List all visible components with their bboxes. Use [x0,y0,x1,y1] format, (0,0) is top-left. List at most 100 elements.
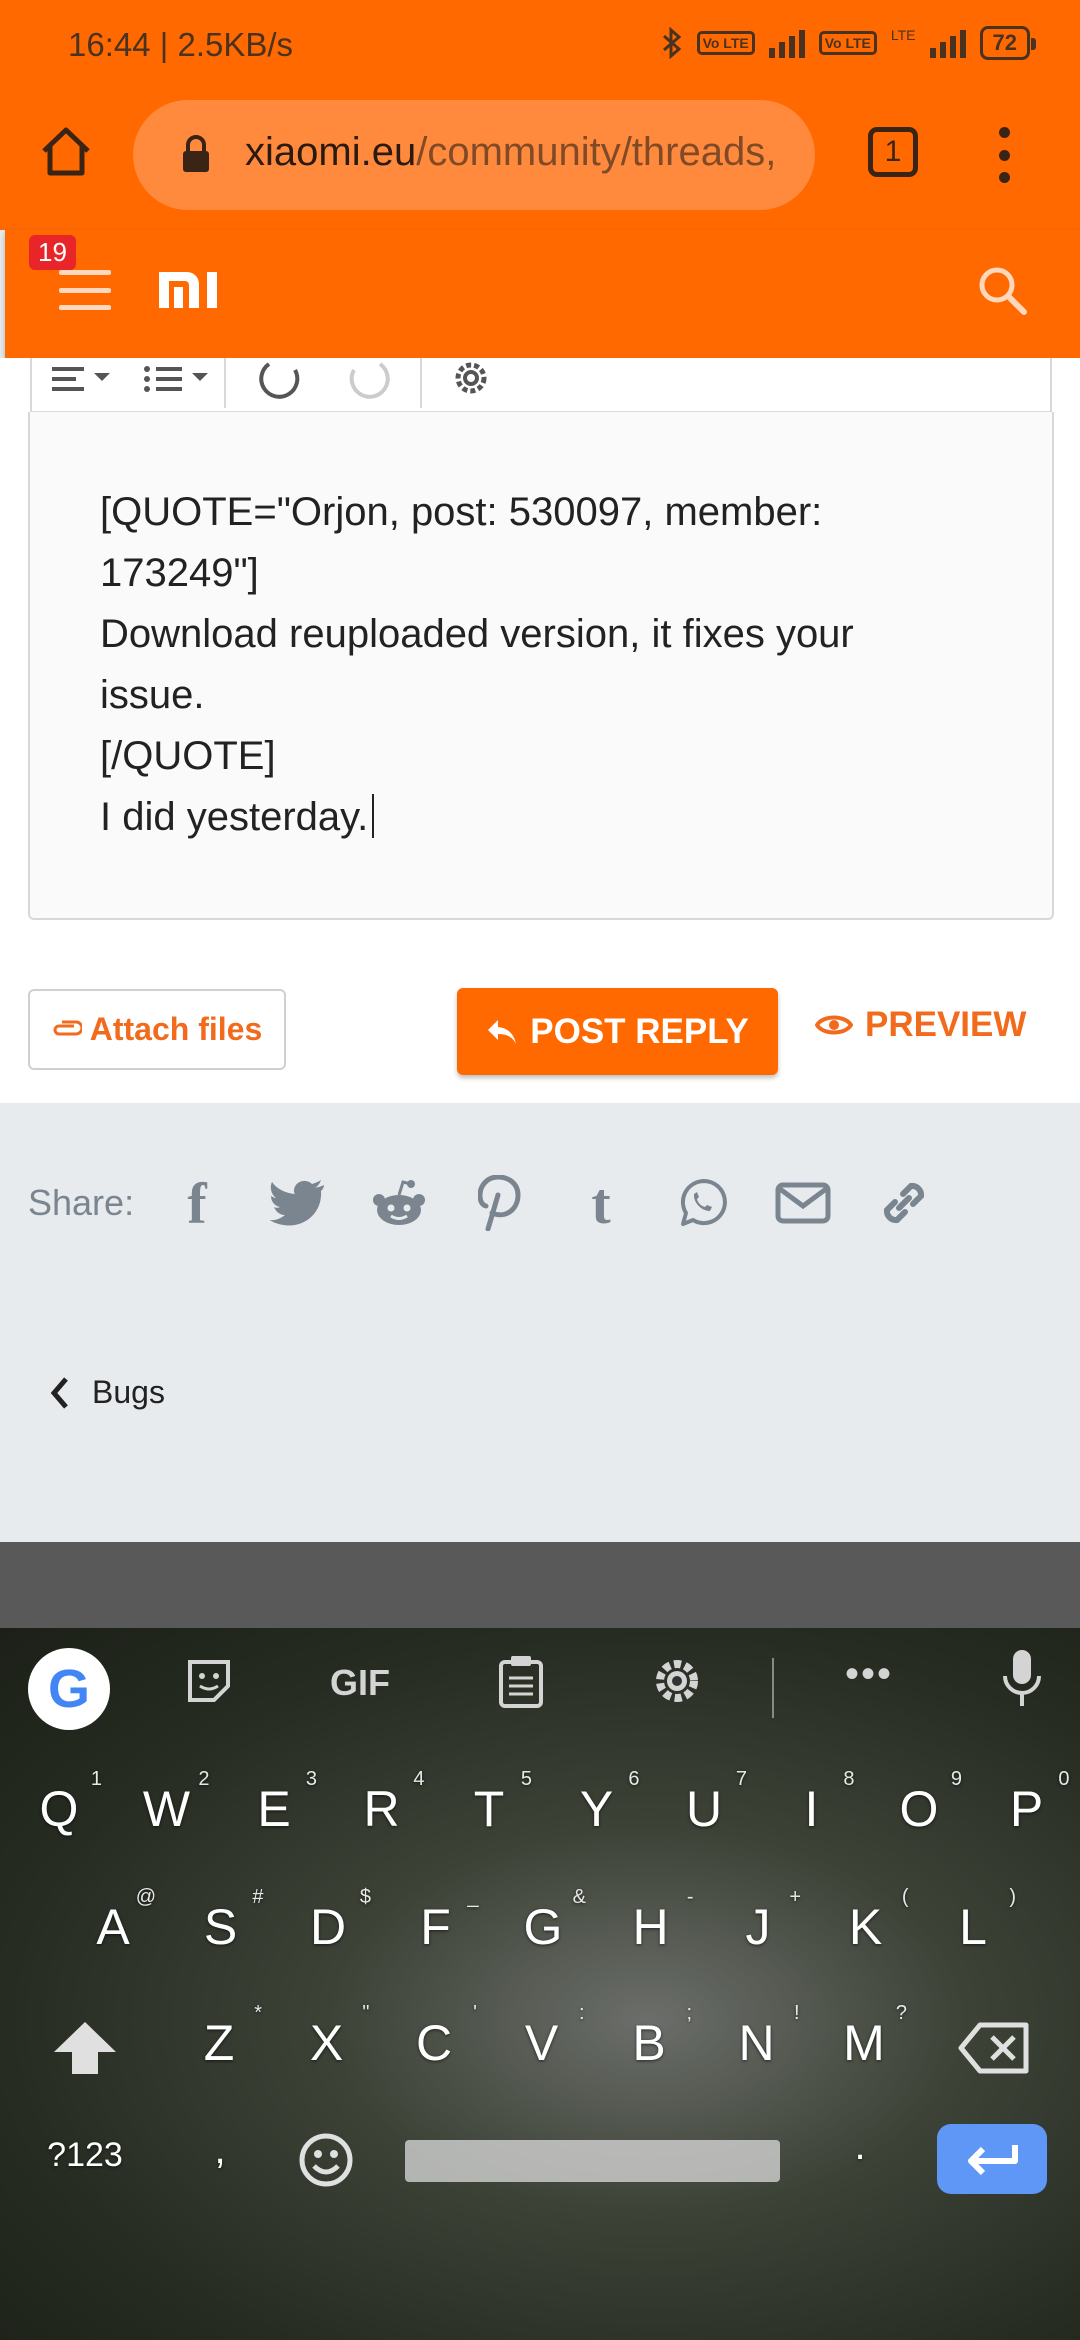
key-h[interactable]: H- [606,1886,696,1956]
key-x[interactable]: X " [282,2002,372,2072]
toolbar-separator-2 [420,358,422,408]
gif-button[interactable]: GIF [330,1662,390,1704]
period-key[interactable]: . [815,2124,905,2169]
google-icon[interactable]: G [28,1648,110,1730]
hamburger-menu-icon[interactable] [59,270,111,310]
message-editor[interactable]: [QUOTE="Orjon, post: 530097, member: 173… [28,412,1054,920]
microphone-icon[interactable] [1000,1648,1044,1708]
keyboard-toolbar-separator [772,1658,774,1718]
share-row: Share: f t [28,1168,972,1238]
key-g[interactable]: G & [498,1886,588,1956]
key-i[interactable]: I8 [767,1768,857,1838]
reddit-icon[interactable] [366,1170,432,1236]
clipboard-icon[interactable] [497,1654,545,1708]
volte-badge: Vo LTE [696,31,755,55]
key-q[interactable]: Q1 [14,1768,104,1838]
undo-icon[interactable] [257,360,307,400]
preview-button[interactable]: PREVIEW [815,1005,1026,1045]
emoji-icon[interactable] [298,2132,354,2188]
reply-arrow-icon [488,1019,517,1044]
preview-label: PREVIEW [865,1005,1027,1044]
paperclip-icon [53,1020,82,1035]
more-options-icon[interactable]: ••• [845,1652,893,1697]
status-icons: Vo LTE Vo LTE LTE 72 [661,26,1037,60]
shift-icon[interactable] [52,2020,118,2076]
key-z[interactable]: Z * [174,2002,264,2072]
comma-key[interactable]: , [175,2128,265,2173]
settings-gear-icon[interactable] [447,358,495,402]
search-icon[interactable] [974,262,1030,318]
key-o[interactable]: O9 [874,1768,964,1838]
status-time: 16:44 | 2.5KB/s [68,26,294,63]
text-caret [372,794,375,838]
home-icon[interactable] [38,123,94,179]
breadcrumb-label: Bugs [92,1374,165,1410]
address-bar[interactable]: xiaomi.eu/community/threads, [133,100,815,210]
browser-menu-icon[interactable] [995,127,1013,183]
browser-chrome: 16:44 | 2.5KB/s Vo LTE Vo LTE LTE 72 xia… [0,0,1080,230]
attach-files-button[interactable]: Attach files [28,989,286,1070]
symbols-key[interactable]: ?123 [40,2136,130,2175]
lte-label: LTE [890,27,916,43]
attach-files-label: Attach files [89,1011,263,1047]
align-icon[interactable] [50,363,120,403]
key-k[interactable]: K( [821,1886,911,1956]
keyboard-scrim [0,1542,1080,1628]
key-j[interactable]: J + [713,1886,803,1956]
toolbar-separator [224,358,226,408]
key-l[interactable]: L) [928,1886,1018,1956]
key-t[interactable]: T5 [444,1768,534,1838]
keyboard-settings-icon[interactable] [650,1654,704,1708]
list-icon[interactable] [142,363,217,403]
on-screen-keyboard: G GIF ••• Q1W2E3R4T5Y6U7I8O9P0 A @ S # D $ F _ G… [0,1628,1080,2340]
key-e[interactable]: E3 [229,1768,319,1838]
tab-switcher-button[interactable]: 1 [868,127,918,177]
notification-badge: 19 [29,235,76,270]
site-header: 19 [5,230,1080,358]
keyboard-toolbar: G GIF ••• [0,1628,1080,1746]
backspace-icon[interactable] [958,2022,1030,2074]
key-n[interactable]: N! [712,2002,802,2072]
signal-icon [768,28,805,58]
key-d[interactable]: D $ [283,1886,373,1956]
key-s[interactable]: S # [176,1886,266,1956]
url-domain: xiaomi.eu [245,130,417,174]
pinterest-icon[interactable] [467,1170,533,1236]
mi-logo[interactable] [157,268,233,310]
lock-icon [183,135,209,172]
post-reply-button[interactable]: POST REPLY [457,988,778,1075]
key-m[interactable]: M? [819,2002,909,2072]
bluetooth-icon [662,27,681,59]
key-a[interactable]: A @ [68,1886,158,1956]
key-c[interactable]: C ' [389,2002,479,2072]
post-reply-label: POST REPLY [530,1011,749,1051]
key-f[interactable]: F _ [391,1886,481,1956]
breadcrumb-back-link[interactable]: Bugs [50,1374,165,1411]
key-y[interactable]: Y6 [552,1768,642,1838]
key-b[interactable]: B; [604,2002,694,2072]
signal-icon-2 [929,28,966,58]
twitter-icon[interactable] [265,1170,331,1236]
whatsapp-icon[interactable] [669,1170,735,1236]
link-icon[interactable] [871,1170,937,1236]
key-w[interactable]: W2 [122,1768,212,1838]
eye-icon [815,1015,853,1035]
spacebar-key[interactable] [405,2140,780,2182]
facebook-icon[interactable]: f [164,1170,230,1236]
key-r[interactable]: R4 [337,1768,427,1838]
status-bar: 16:44 | 2.5KB/s Vo LTE Vo LTE LTE 72 [0,0,1080,95]
enter-arrow-icon [968,2145,1018,2176]
volte-badge-2: Vo LTE [818,31,877,55]
key-p[interactable]: P0 [982,1768,1072,1838]
share-label: Share: [28,1182,135,1223]
key-u[interactable]: U7 [659,1768,749,1838]
tumblr-icon[interactable]: t [568,1170,634,1236]
browser-toolbar: xiaomi.eu/community/threads, 1 [0,95,1080,230]
email-icon[interactable] [770,1170,836,1236]
sticker-icon[interactable] [184,1656,234,1706]
redo-icon[interactable] [342,360,392,400]
chevron-left-icon [50,1376,68,1409]
enter-key[interactable] [937,2124,1047,2194]
url-path: /community/threads, [416,130,777,174]
key-v[interactable]: V: [497,2002,587,2072]
